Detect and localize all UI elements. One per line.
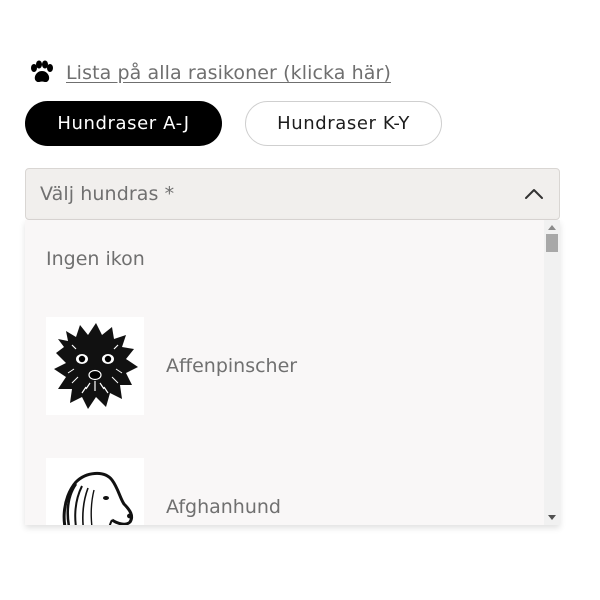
option-label: Ingen ikon (46, 248, 145, 270)
option-label: Affenpinscher (166, 355, 298, 377)
affenpinscher-dog-icon (46, 317, 144, 415)
tab-breeds-a-j-label: Hundraser A-J (57, 113, 190, 134)
scroll-up-arrow-icon[interactable] (548, 225, 556, 230)
tab-breeds-k-y-label: Hundraser K-Y (277, 113, 410, 134)
tab-breeds-k-y[interactable]: Hundraser K-Y (245, 101, 442, 146)
breed-select-placeholder: Välj hundras * (40, 183, 175, 205)
afghanhund-dog-icon (46, 458, 144, 525)
breed-select[interactable]: Välj hundras * (25, 168, 560, 220)
dropdown-scrollbar[interactable] (544, 220, 560, 525)
page: Lista på alla rasikoner (klicka här) Hun… (0, 0, 600, 600)
breed-icon-list-label: Lista på alla rasikoner (klicka här) (66, 62, 391, 84)
scroll-down-arrow-icon[interactable] (548, 515, 556, 520)
tab-breeds-a-j[interactable]: Hundraser A-J (25, 101, 222, 146)
scrollbar-thumb[interactable] (546, 234, 558, 252)
paw-icon (28, 60, 54, 86)
breed-dropdown-list: Ingen ikon Affenpinscher Afghanhund (25, 220, 560, 525)
option-affenpinscher[interactable]: Affenpinscher (46, 317, 560, 415)
option-no-icon[interactable]: Ingen ikon (46, 244, 560, 274)
chevron-up-icon[interactable] (523, 184, 545, 206)
breed-icon-list-link[interactable]: Lista på alla rasikoner (klicka här) (28, 58, 391, 88)
option-label: Afghanhund (166, 496, 281, 518)
option-afghanhund[interactable]: Afghanhund (46, 458, 560, 525)
